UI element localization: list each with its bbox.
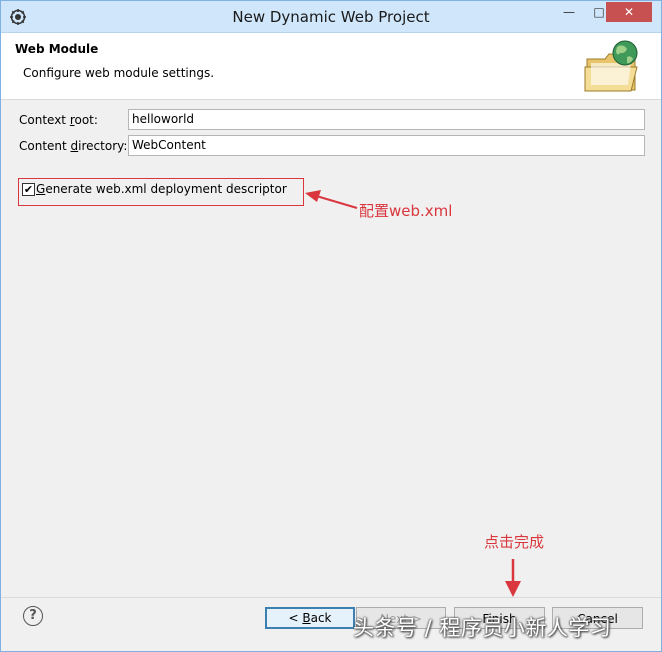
content-directory-label: Content directory: [19,139,128,153]
page-title: Web Module [15,42,99,56]
context-root-input[interactable] [128,109,645,130]
page-description: Configure web module settings. [23,66,215,80]
title-bar[interactable]: New Dynamic Web Project — □ ✕ [1,1,661,33]
wizard-header: Web Module Configure web module settings… [1,33,661,100]
click-finish-annotation: 点击完成 [484,533,545,551]
generate-xml-checkbox[interactable]: ✔ [22,183,35,196]
back-button[interactable]: < Back [265,607,355,629]
context-root-label: Context root: [19,113,98,127]
watermark: 头条号 / 程序员小新人学习 [353,616,612,640]
generate-xml-highlight: ✔ Generate web.xml deployment descriptor [18,178,304,206]
arrow-to-finish-icon [505,559,521,597]
minimize-icon[interactable]: — [555,2,583,22]
configure-xml-annotation: 配置web.xml [359,202,453,220]
dialog-window: New Dynamic Web Project — □ ✕ Web Module… [0,0,662,652]
folder-globe-icon [584,40,638,92]
content-directory-input[interactable] [128,135,645,156]
generate-xml-label[interactable]: Generate web.xml deployment descriptor [36,182,287,196]
help-icon[interactable]: ? [23,606,43,626]
close-icon[interactable]: ✕ [606,2,652,22]
footer-divider [1,597,661,598]
arrow-to-checkbox-icon [305,190,358,209]
